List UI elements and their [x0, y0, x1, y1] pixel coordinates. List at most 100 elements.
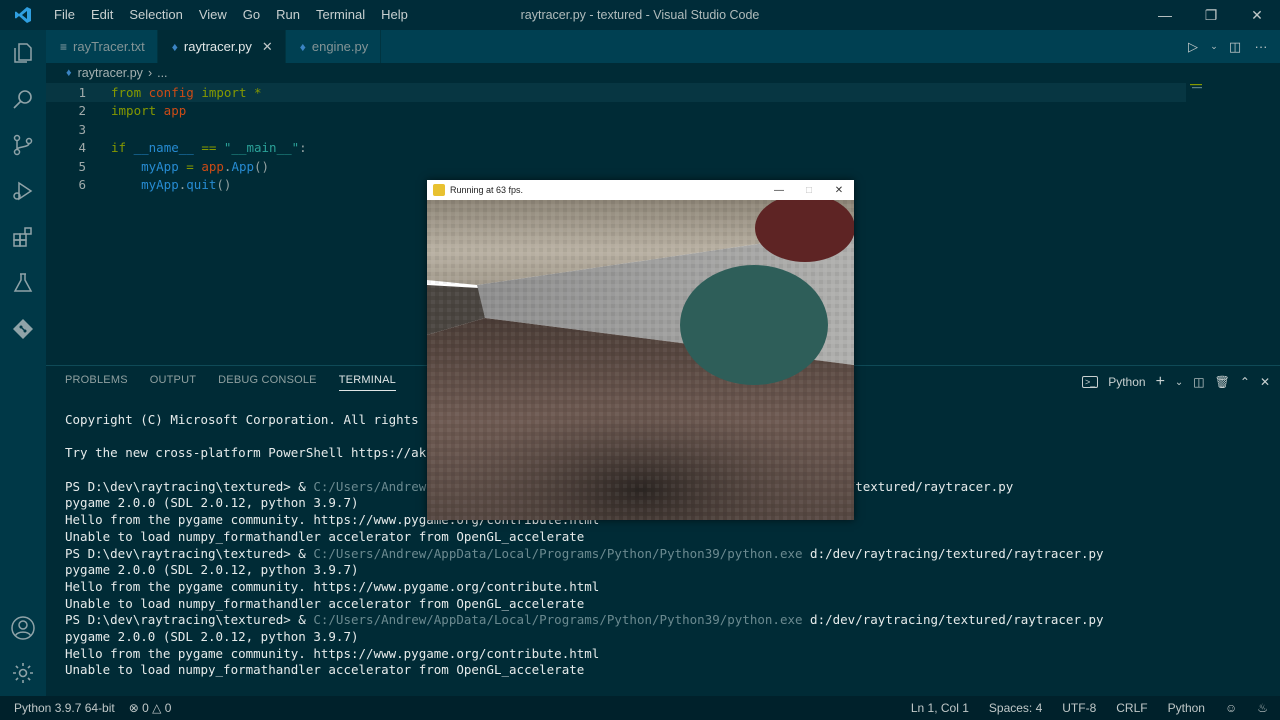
editor-tab-bar: ≡ rayTracer.txt ♦ raytracer.py ✕ ♦ engin…	[46, 30, 1280, 63]
tab-terminal[interactable]: TERMINAL	[338, 374, 396, 391]
code-token: if	[111, 140, 127, 156]
panel-actions: >_ Python + ⌄ ◫ 🗑 ⌃ ✕	[1081, 373, 1270, 391]
close-panel-icon[interactable]: ✕	[1260, 375, 1270, 389]
terminal-line: PS D:\dev\raytracing\textured> & C:/User…	[65, 612, 1104, 629]
menu-help[interactable]: Help	[373, 0, 416, 30]
minimap[interactable]	[1190, 83, 1210, 93]
flask-icon	[13, 273, 33, 292]
language-mode[interactable]: Python	[1168, 701, 1205, 715]
run-debug-icon	[13, 181, 33, 201]
search-button[interactable]	[0, 76, 46, 122]
code-token: from	[111, 84, 142, 100]
restore-button[interactable]: ❐	[1188, 0, 1234, 30]
error-icon: ⊗	[128, 701, 139, 715]
pygame-window[interactable]: Running at 63 fps. — □ ✕	[427, 180, 854, 520]
menu-view[interactable]: View	[191, 0, 235, 30]
terminal-shell-label[interactable]: Python	[1108, 375, 1145, 389]
warning-count: 0	[164, 701, 172, 715]
menu-selection[interactable]: Selection	[121, 0, 190, 30]
tab-raytracer-txt[interactable]: ≡ rayTracer.txt	[46, 30, 158, 63]
eol-status[interactable]: CRLF	[1116, 701, 1147, 715]
error-count: 0	[142, 701, 149, 715]
git-lens-button[interactable]	[0, 306, 46, 352]
tab-debug-console[interactable]: DEBUG CONSOLE	[218, 374, 317, 391]
split-terminal-icon[interactable]: ◫	[1193, 375, 1204, 389]
code-token: quit	[186, 177, 217, 193]
new-terminal-icon[interactable]: +	[1156, 373, 1165, 391]
extensions-button[interactable]	[0, 214, 46, 260]
run-debug-button[interactable]	[0, 168, 46, 214]
menu-edit[interactable]: Edit	[83, 0, 121, 30]
run-file-icon[interactable]: ▷	[1184, 39, 1202, 55]
code-token: "__main__"	[216, 140, 300, 156]
python-interpreter-status[interactable]: Python 3.9.7 64-bit	[14, 701, 115, 715]
terminal-line: Unable to load numpy_formathandler accel…	[65, 595, 585, 611]
files-icon	[14, 43, 32, 63]
menu-file[interactable]: File	[46, 0, 83, 30]
minimize-button[interactable]: —	[1142, 0, 1188, 30]
tab-label: engine.py	[311, 39, 369, 54]
source-control-icon	[13, 134, 33, 156]
close-icon: ✕	[834, 184, 844, 196]
tab-engine-py[interactable]: ♦ engine.py	[286, 30, 382, 63]
feedback-icon[interactable]: ☺	[1225, 701, 1237, 715]
code-line[interactable]: 2 import app	[46, 102, 1186, 121]
terminal-line: Hello from the pygame community. https:/…	[65, 578, 600, 594]
breadcrumb: ♦ raytracer.py › ...	[46, 63, 168, 83]
code-token: app	[201, 158, 224, 174]
maximize-icon: □	[805, 184, 813, 196]
breadcrumb-more[interactable]: ...	[157, 66, 167, 80]
settings-button[interactable]	[0, 650, 46, 696]
code-line[interactable]: 3	[46, 120, 1186, 139]
pygame-minimize-button[interactable]: —	[764, 180, 794, 200]
source-control-button[interactable]	[0, 122, 46, 168]
indentation-status[interactable]: Spaces: 4	[989, 701, 1042, 715]
close-tab-icon[interactable]: ✕	[262, 39, 273, 55]
testing-button[interactable]	[0, 260, 46, 306]
extensions-icon	[13, 227, 32, 247]
line-number: 4	[78, 140, 86, 156]
pygame-close-button[interactable]: ✕	[824, 180, 854, 200]
line-number: 6	[78, 177, 86, 193]
minimize-icon: —	[774, 184, 784, 196]
line-number: 5	[78, 158, 86, 174]
more-actions-icon[interactable]: ···	[1252, 39, 1270, 54]
exe-path: C:/Users/Andrew/AppData/Local/Programs/P…	[313, 545, 803, 561]
prompt-text: PS D:\dev\raytracing\textured> &	[65, 545, 314, 561]
menu-go[interactable]: Go	[235, 0, 268, 30]
pygame-maximize-button[interactable]: □	[794, 180, 824, 200]
menu-run[interactable]: Run	[268, 0, 308, 30]
chevron-down-icon[interactable]: ⌄	[1175, 377, 1183, 388]
close-button[interactable]: ✕	[1234, 0, 1280, 30]
warning-icon: △	[152, 701, 162, 715]
accounts-button[interactable]	[0, 605, 46, 651]
code-token: myApp	[141, 158, 179, 174]
pygame-title: Running at 63 fps.	[450, 185, 524, 195]
code-line[interactable]: 4 if __name__ == "__main__":	[46, 139, 1186, 158]
window-controls: — ❐ ✕	[1142, 0, 1280, 30]
tab-problems[interactable]: PROBLEMS	[65, 374, 128, 391]
tab-raytracer-py[interactable]: ♦ raytracer.py ✕	[157, 30, 286, 63]
prompt-text: PS D:\dev\raytracing\textured> &	[65, 612, 314, 628]
gear-icon	[13, 663, 33, 683]
code-line[interactable]: 1 from config import *	[46, 83, 1186, 102]
code-line[interactable]: 5 myApp = app.App()	[46, 157, 1186, 176]
bell-icon[interactable]: ♨	[1257, 701, 1268, 715]
trash-icon[interactable]: 🗑	[1215, 375, 1230, 389]
explorer-button[interactable]	[0, 30, 46, 76]
problems-status[interactable]: ⊗ 0 △ 0	[129, 701, 172, 715]
tab-output[interactable]: OUTPUT	[150, 374, 196, 391]
terminal-line: pygame 2.0.0 (SDL 2.0.12, python 3.9.7)	[65, 628, 359, 644]
cursor-position[interactable]: Ln 1, Col 1	[911, 701, 969, 715]
python-icon: ♦	[299, 39, 306, 54]
split-editor-icon[interactable]: ◫	[1226, 39, 1244, 55]
maximize-panel-icon[interactable]: ⌃	[1240, 375, 1250, 389]
panel-tabs: PROBLEMS OUTPUT DEBUG CONSOLE TERMINAL	[65, 374, 396, 391]
encoding-status[interactable]: UTF-8	[1062, 701, 1096, 715]
menu-terminal[interactable]: Terminal	[308, 0, 373, 30]
code-token: App	[231, 158, 255, 174]
raytraced-scene[interactable]	[427, 200, 854, 520]
chevron-down-icon[interactable]: ⌄	[1210, 41, 1218, 52]
breadcrumb-file[interactable]: raytracer.py	[78, 66, 143, 80]
